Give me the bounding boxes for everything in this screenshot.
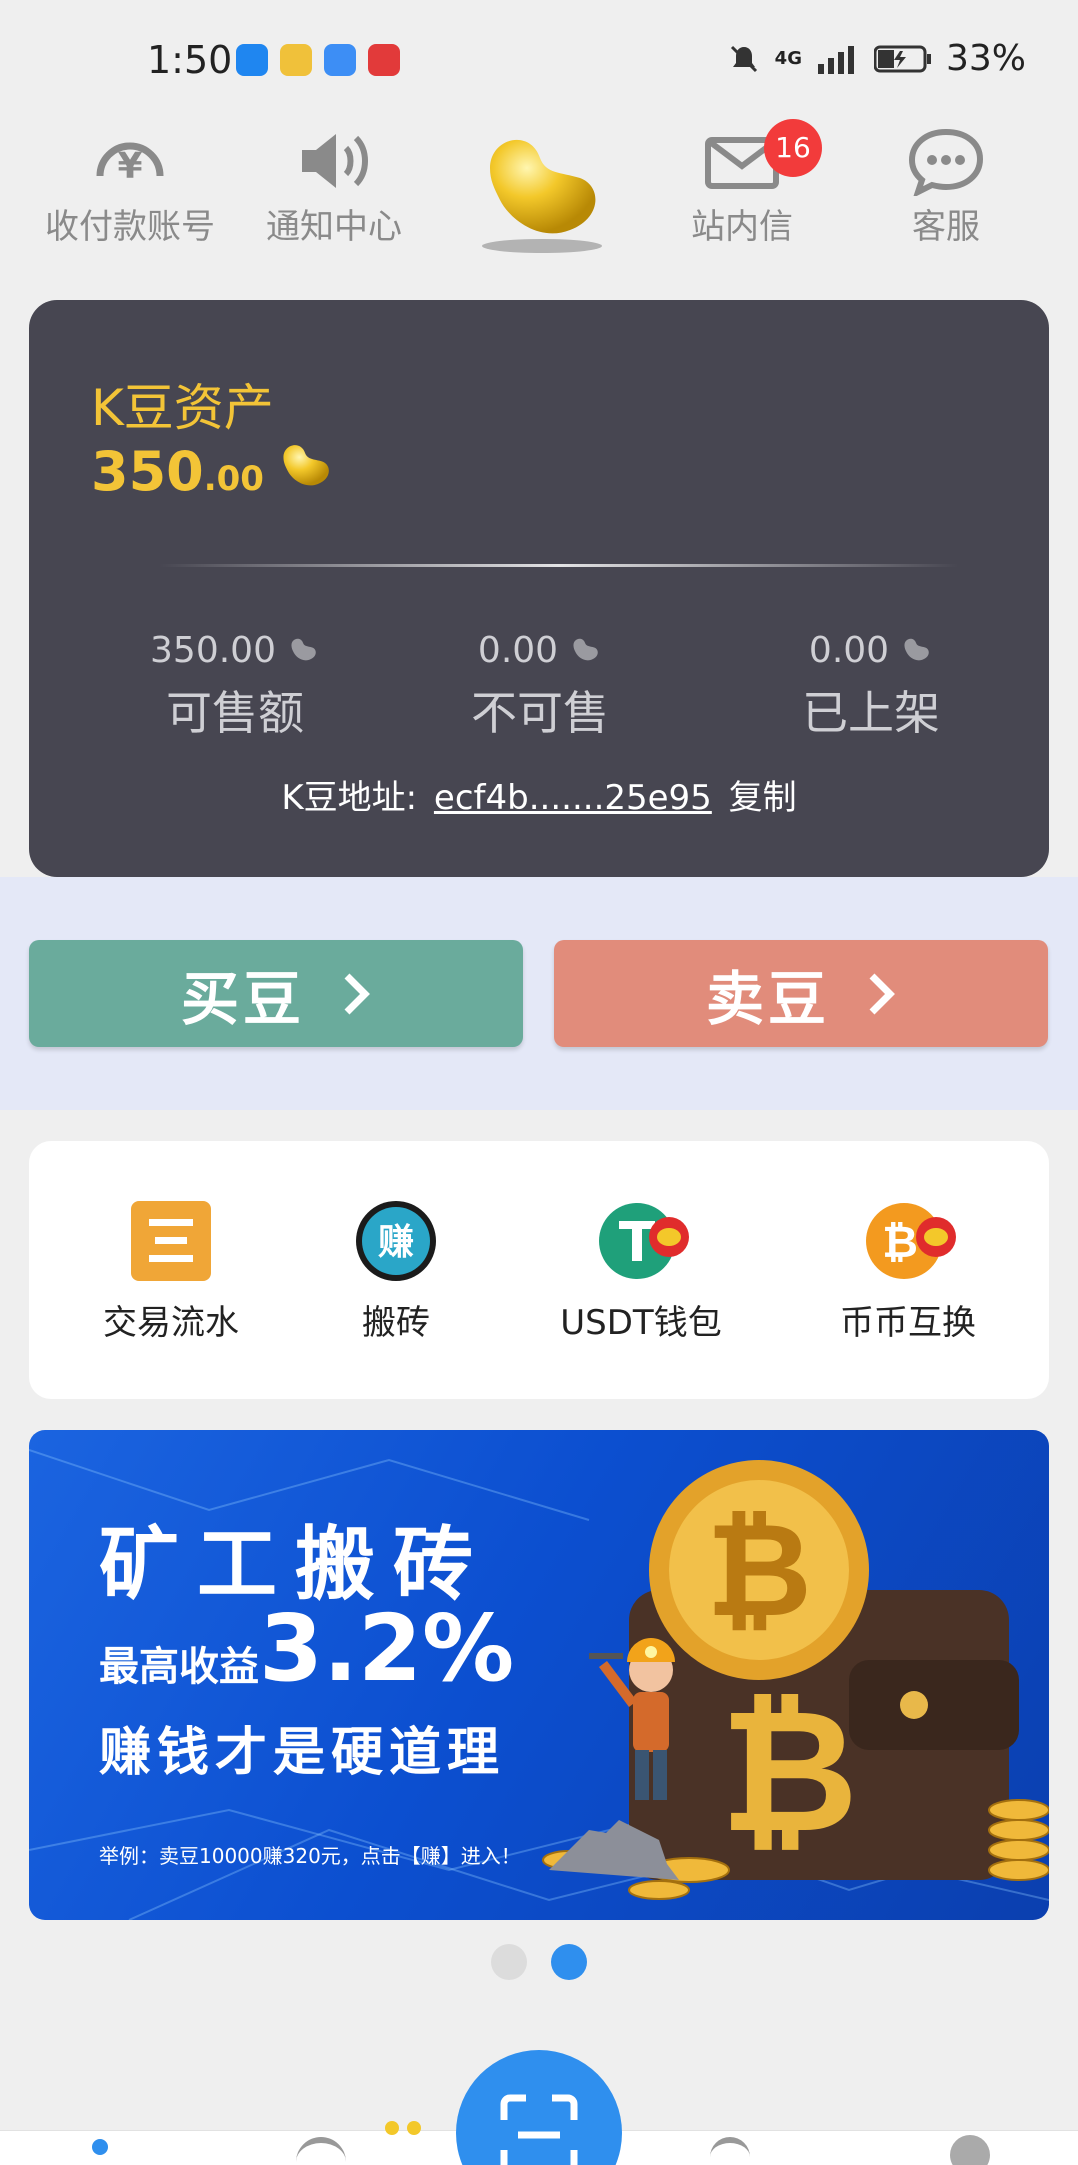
- profile-tab-icon[interactable]: [950, 2135, 990, 2165]
- stat-value: 0.00: [477, 630, 559, 671]
- quick-functions: 交易流水 赚 搬砖 USDT钱包 ₿ 币币互换: [29, 1141, 1049, 1399]
- bell-muted-icon: [730, 45, 757, 72]
- scan-button[interactable]: [456, 2050, 622, 2165]
- chevron-right-icon: [344, 973, 370, 1014]
- battery-percent: 33%: [945, 38, 1026, 79]
- quick-transaction-history[interactable]: 交易流水: [51, 1199, 291, 1344]
- app-notification-icon: [368, 44, 400, 76]
- ledger-icon: [131, 1201, 211, 1281]
- battery-icon: [873, 45, 931, 72]
- nav-label: 客服: [912, 207, 980, 247]
- gold-bean-icon: [283, 445, 329, 486]
- nav-label: 站内信: [691, 207, 793, 247]
- nav-label: 收付款账号: [45, 207, 215, 247]
- carousel-indicator: [0, 1944, 1078, 1980]
- carousel-dot[interactable]: [491, 1944, 527, 1980]
- asset-card: K豆资产 350.00 350.00 可售额 0.00 不可售 0.00 已上架: [29, 300, 1049, 877]
- home-tab-icon[interactable]: [92, 2139, 108, 2155]
- yen-circle-icon: ¥: [96, 142, 164, 187]
- address-label: K豆地址:: [281, 778, 418, 818]
- nav-customer-service[interactable]: 客服: [846, 125, 1046, 248]
- quick-label: 搬砖: [362, 1303, 430, 1343]
- yellow-dots-decoration: [385, 2120, 439, 2135]
- carousel-dot-active[interactable]: [551, 1944, 587, 1980]
- banner-slogan: 赚钱才是硬道理: [99, 1723, 506, 1783]
- divider: [159, 564, 959, 567]
- svg-text:₿: ₿: [720, 1673, 859, 1871]
- status-right: 4G 33%: [727, 38, 1026, 79]
- asset-title: K豆资产: [91, 379, 274, 437]
- address-value-link[interactable]: ecf4b.......25e95: [434, 778, 712, 818]
- chevron-right-icon: [869, 973, 895, 1014]
- bean-address-row: K豆地址: ecf4b.......25e95 复制: [29, 770, 1049, 819]
- nav-inbox[interactable]: 站内信 16: [642, 119, 842, 248]
- svg-text:₿: ₿: [706, 1494, 812, 1646]
- earn-icon: 赚: [356, 1201, 436, 1281]
- stat-value: 0.00: [808, 630, 890, 671]
- gold-bean-logo: [482, 139, 602, 253]
- banner-example: 举例：卖豆10000赚320元，点击【赚】进入！: [99, 1844, 521, 1868]
- banner-yield-value: 3.2%: [259, 1595, 515, 1702]
- buy-label: 买豆: [180, 964, 305, 1033]
- speaker-icon: [302, 134, 368, 188]
- market-tab-icon[interactable]: [296, 2137, 346, 2165]
- buy-bean-button[interactable]: 买豆: [29, 940, 523, 1047]
- trade-actions: 买豆 卖豆: [0, 877, 1078, 1110]
- svg-text:赚: 赚: [378, 1222, 414, 1263]
- quick-label: 交易流水: [103, 1303, 239, 1343]
- stat-value: 350.00: [150, 630, 276, 671]
- silver-bean-icon: [291, 638, 316, 660]
- stat-sellable: 350.00 可售额: [85, 630, 385, 743]
- sell-bean-button[interactable]: 卖豆: [554, 940, 1048, 1047]
- banner-yield: 最高收益3.2%: [99, 1595, 514, 1702]
- network-type: 4G: [774, 48, 802, 69]
- asset-value-integer: 350: [91, 440, 204, 503]
- status-bar: 1:50 4G 33%: [0, 0, 1078, 125]
- signal-icon: [817, 45, 854, 74]
- stat-label: 已上架: [802, 686, 940, 740]
- stat-label: 可售额: [166, 686, 304, 740]
- silver-bean-icon: [573, 638, 598, 660]
- copy-button[interactable]: 复制: [729, 778, 797, 818]
- bean-notification-icon: [280, 44, 312, 76]
- nav-label: 通知中心: [266, 207, 402, 247]
- silver-bean-icon: [904, 638, 929, 660]
- sell-label: 卖豆: [705, 964, 830, 1033]
- nav-notification-center[interactable]: 通知中心: [234, 125, 434, 248]
- stat-label: 不可售: [471, 686, 609, 740]
- quick-usdt-wallet[interactable]: USDT钱包: [521, 1199, 761, 1344]
- chat-bubble-icon: [908, 128, 984, 196]
- stat-listed: 0.00 已上架: [721, 630, 1021, 743]
- shield-notification-icon: [236, 44, 268, 76]
- quick-coin-swap[interactable]: ₿ 币币互换: [788, 1199, 1028, 1344]
- svg-text:₿: ₿: [882, 1217, 918, 1268]
- orders-tab-icon[interactable]: [710, 2137, 750, 2165]
- bitcoin-swap-icon: ₿: [866, 1203, 956, 1279]
- svg-text:¥: ¥: [117, 146, 142, 187]
- status-time: 1:50: [147, 38, 233, 82]
- quick-label: 币币互换: [840, 1303, 976, 1343]
- usdt-icon: [599, 1203, 689, 1279]
- stat-unsellable: 0.00 不可售: [390, 630, 690, 743]
- nav-payment-accounts[interactable]: ¥ 收付款账号: [30, 125, 230, 248]
- unread-badge: 16: [764, 119, 822, 177]
- scan-icon: [500, 2094, 578, 2165]
- promo-banner[interactable]: ₿ ₿ 矿工搬砖 最高收益3.2% 赚钱才是硬道理 举例：卖豆10000赚320…: [29, 1430, 1049, 1920]
- asset-value: 350.00: [91, 440, 336, 503]
- quick-label: USDT钱包: [560, 1303, 722, 1343]
- app-screen: 1:50 4G 33% ¥ 收付款账号 通知中心 站内信 16 客服 K豆资产 …: [0, 0, 1078, 2165]
- banner-yield-label: 最高收益: [99, 1644, 259, 1690]
- cloud-notification-icon: [324, 44, 356, 76]
- asset-value-decimal: .00: [203, 459, 264, 499]
- quick-earn[interactable]: 赚 搬砖: [276, 1199, 516, 1344]
